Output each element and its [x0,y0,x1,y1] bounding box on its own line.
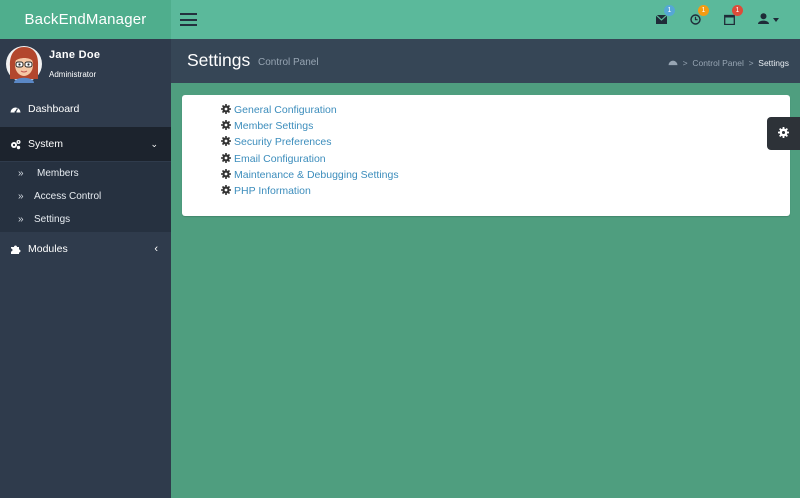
hamburger-icon-bar [180,24,197,26]
breadcrumb-current: Settings [758,57,789,68]
link-maintenance-debugging-settings[interactable]: Maintenance & Debugging Settings [221,167,399,183]
breadcrumb: > Control Panel > Settings [668,57,789,68]
angle-double-right-icon: » [18,191,24,202]
gear-icon [221,169,231,179]
link-member-settings[interactable]: Member Settings [221,118,313,134]
sidebar-item-label: Dashboard [28,103,80,115]
sidebar-subitem-label: Settings [34,214,71,225]
link-label: PHP Information [234,185,311,197]
messages-button[interactable]: 1 [656,5,675,28]
system-submenu: » Members » Access Control » Settings [0,162,171,232]
page-title: Settings [187,50,251,70]
gear-icon [221,185,231,195]
link-label: Email Configuration [234,153,326,165]
dashboard-icon [10,107,21,113]
envelope-icon [656,15,667,24]
gear-icon [221,104,231,114]
breadcrumb-home[interactable] [668,58,680,68]
sidebar-item-modules[interactable]: Modules ‹ [0,232,171,266]
user-role: Administrator [49,70,97,79]
sidebar-item-label: Modules [28,243,68,255]
tasks-button[interactable]: 1 [724,5,743,28]
hamburger-icon-bar [180,13,197,15]
notifications-badge: 1 [698,5,709,16]
link-label: Security Preferences [234,136,332,148]
link-security-preferences[interactable]: Security Preferences [221,134,331,150]
chevron-down-icon: ⌄ [150,139,158,149]
sidebar-item-system[interactable]: System ⌄ [0,127,171,161]
breadcrumb-control-panel[interactable]: Control Panel [692,58,744,68]
sidebar-subitem-settings[interactable]: » Settings [0,208,171,231]
puzzle-icon [11,245,21,254]
messages-badge: 1 [664,5,675,16]
calendar-icon [724,14,735,25]
breadcrumb-separator: > [680,57,690,68]
page-subtitle: Control Panel [258,57,319,68]
gear-icon [778,127,789,138]
breadcrumb-separator: > [746,57,756,68]
tasks-badge: 1 [732,5,743,16]
sidebar-item-label: System [28,138,64,150]
dashboard-icon [668,60,678,65]
gear-icon [221,136,231,146]
chevron-left-icon: ‹ [154,243,158,255]
settings-box: General Configuration Member Settings Se… [182,95,790,216]
cogs-icon [11,140,21,150]
clock-icon [690,14,701,25]
angle-double-right-icon: » [18,214,24,225]
brand-logo[interactable]: BackEndManager [0,0,171,39]
hamburger-icon-bar [180,18,197,21]
sidebar-item-dashboard[interactable]: Dashboard [0,92,171,126]
link-php-information[interactable]: PHP Information [221,183,311,199]
sidebar-subitem-members[interactable]: » Members [0,162,171,185]
avatar [6,46,42,83]
sidebar-subitem-access-control[interactable]: » Access Control [0,185,171,208]
link-label: Member Settings [234,120,314,132]
link-label: General Configuration [234,104,337,116]
link-email-configuration[interactable]: Email Configuration [221,151,326,167]
control-sidebar-toggle[interactable] [767,117,800,150]
sidebar-subitem-label: Members [37,168,79,179]
top-navbar: BackEndManager 1 1 1 [0,0,800,39]
sidebar-toggle-button[interactable] [180,13,197,26]
user-panel: Jane Doe Administrator [0,39,171,92]
user-icon [758,13,769,24]
link-label: Maintenance & Debugging Settings [234,169,399,181]
sidebar: Jane Doe Administrator Dashboard System … [0,39,171,498]
gear-icon [221,153,231,163]
angle-double-right-icon: » [18,168,24,179]
content-header: Settings Control Panel > Control Panel >… [171,39,800,83]
user-menu-button[interactable] [758,12,784,28]
user-name: Jane Doe [49,49,101,61]
caret-down-icon [773,18,779,22]
sidebar-subitem-label: Access Control [34,191,102,202]
link-general-configuration[interactable]: General Configuration [221,102,337,118]
notifications-button[interactable]: 1 [690,5,709,28]
gear-icon [221,120,231,130]
